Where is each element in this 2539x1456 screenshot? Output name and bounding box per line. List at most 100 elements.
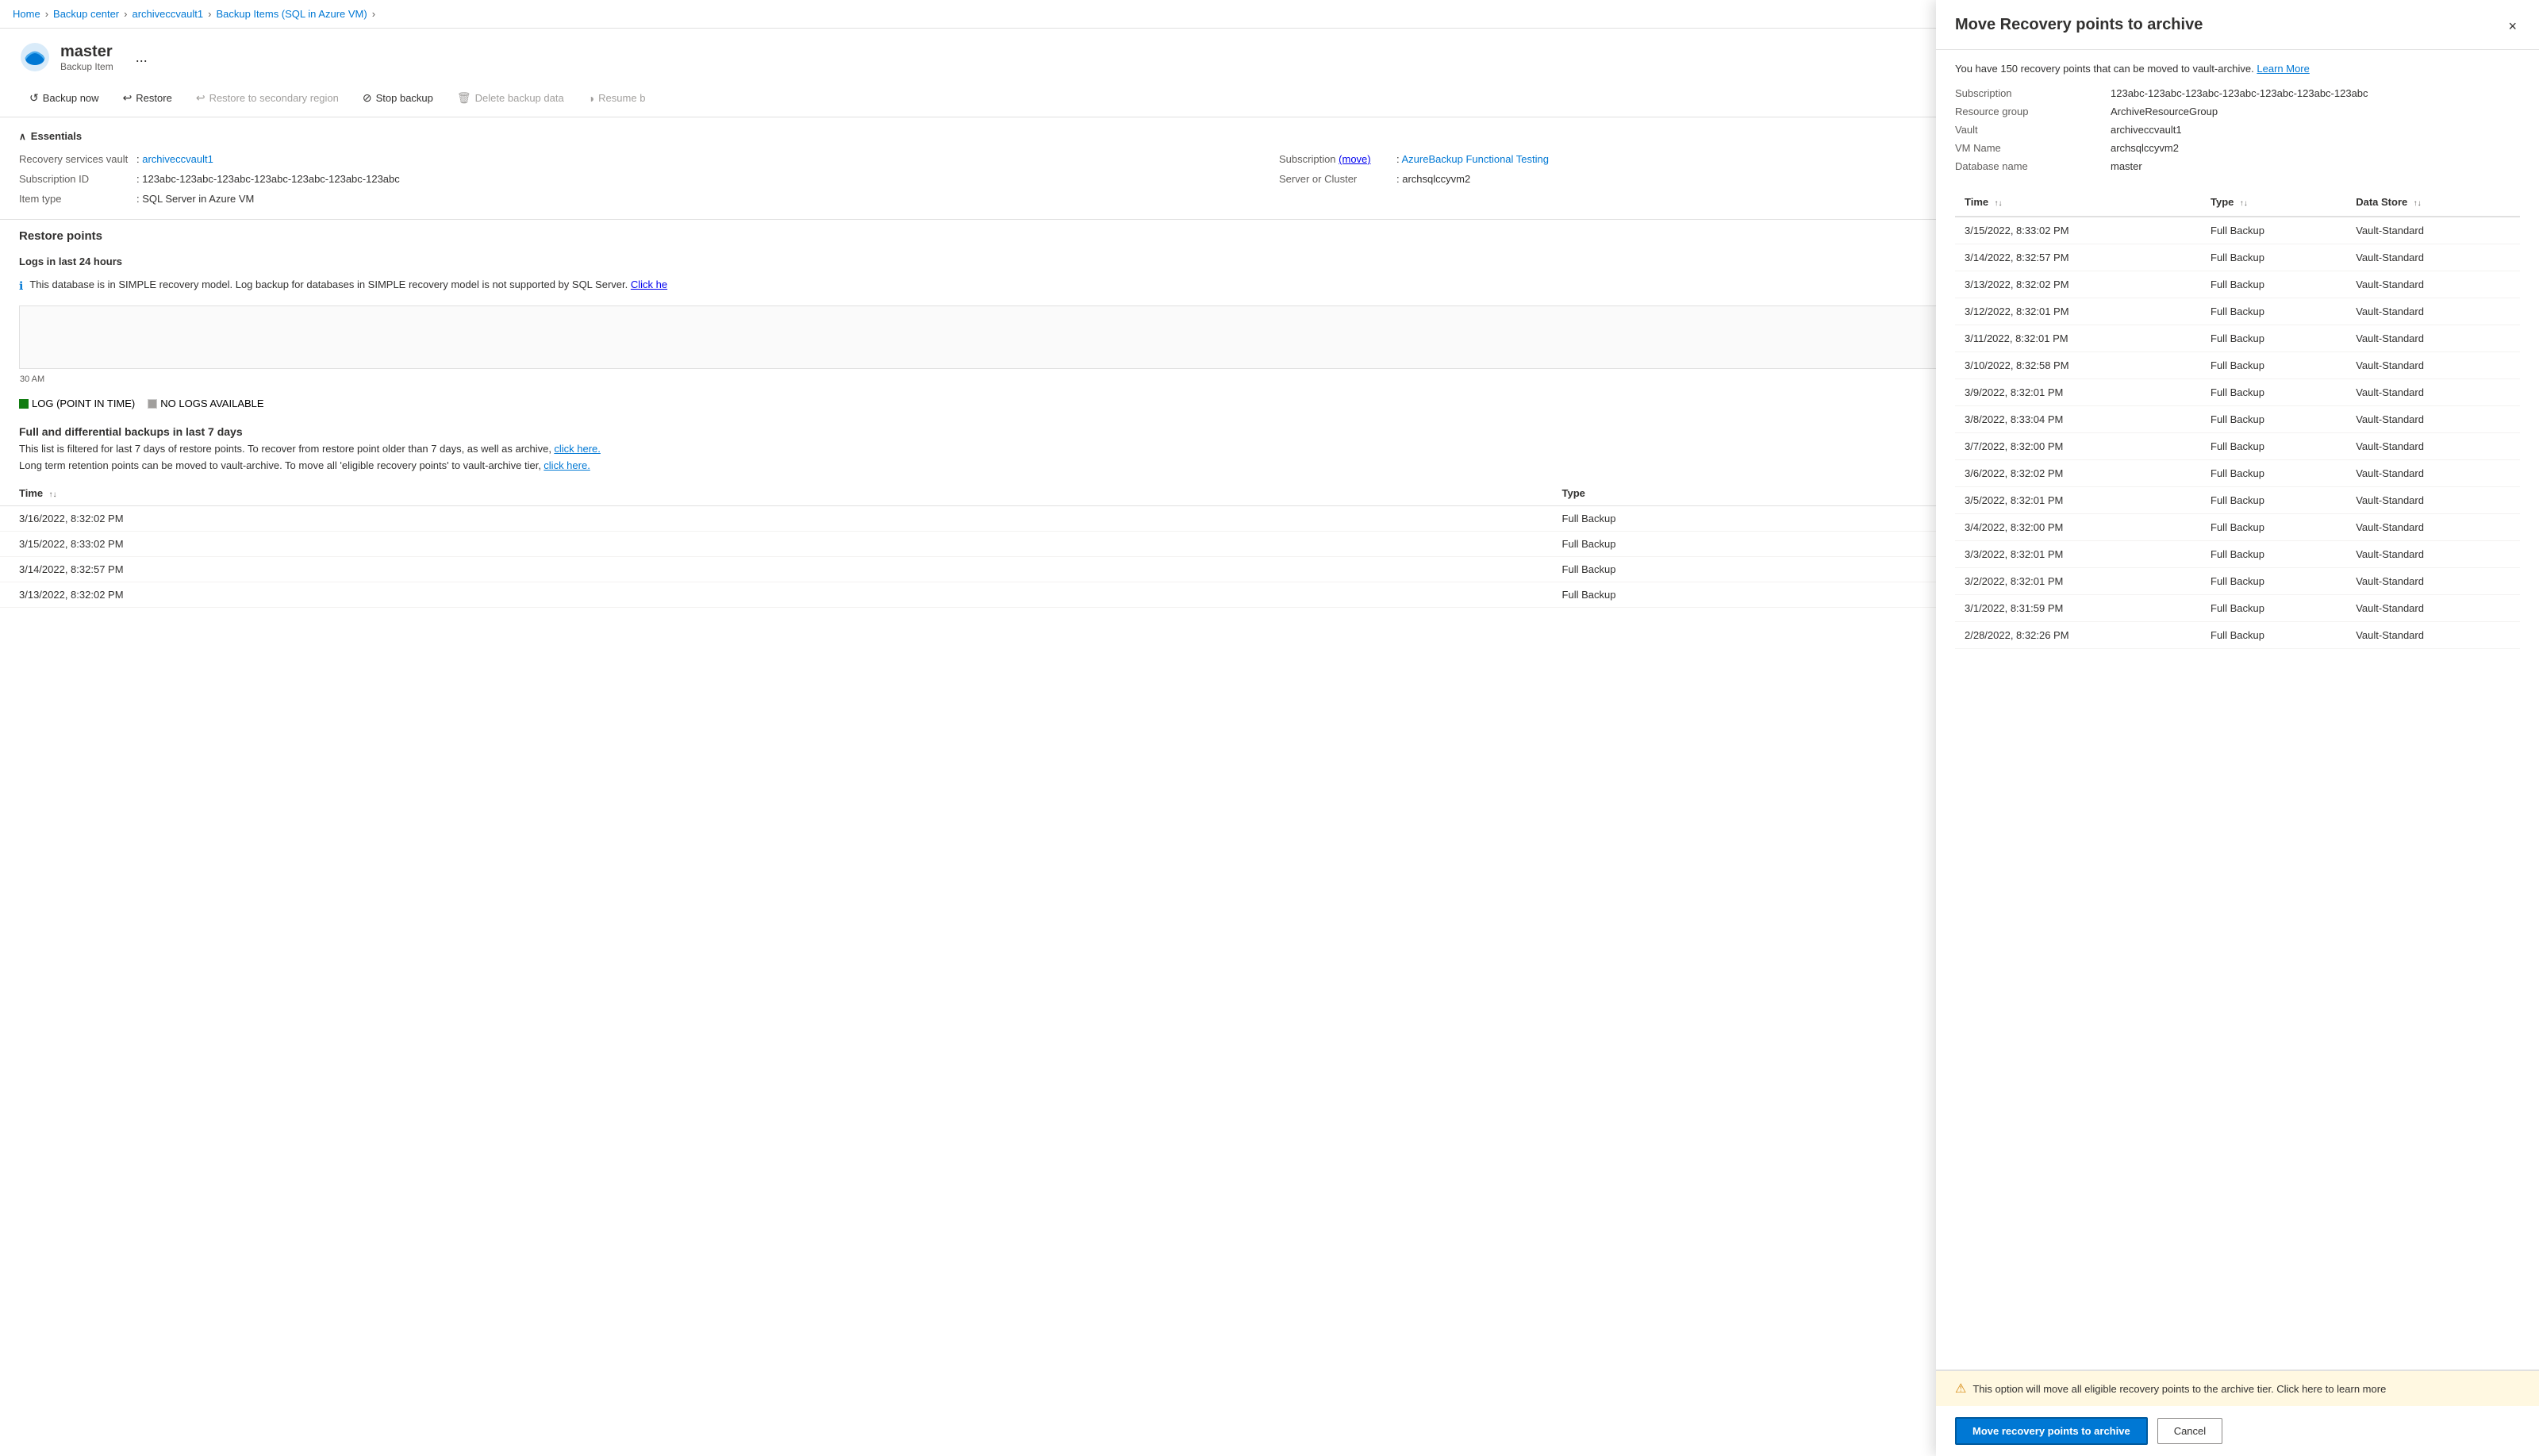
meta-label: Vault [1955, 124, 2098, 136]
panel-table-row[interactable]: 3/11/2022, 8:32:01 PM Full Backup Vault-… [1955, 325, 2520, 352]
essentials-row-sub-id: Subscription ID : 123abc-123abc-123abc-1… [19, 171, 1260, 186]
panel-row-time: 3/14/2022, 8:32:57 PM [1955, 244, 2201, 271]
panel-row-store: Vault-Standard [2346, 298, 2520, 325]
panel-table-row[interactable]: 3/6/2022, 8:32:02 PM Full Backup Vault-S… [1955, 460, 2520, 487]
azure-backup-icon [19, 41, 51, 73]
filter-link[interactable]: click here. [554, 443, 601, 455]
panel-row-type: Full Backup [2201, 487, 2346, 514]
warning-icon: ⚠ [1955, 1381, 1966, 1396]
panel-table-row[interactable]: 3/4/2022, 8:32:00 PM Full Backup Vault-S… [1955, 514, 2520, 541]
info-click-link[interactable]: Click he [631, 279, 667, 290]
panel-description: You have 150 recovery points that can be… [1955, 63, 2520, 75]
move-recovery-points-button[interactable]: Move recovery points to archive [1955, 1417, 2148, 1445]
panel-table-row[interactable]: 3/12/2022, 8:32:01 PM Full Backup Vault-… [1955, 298, 2520, 325]
restore-button[interactable]: ↩ Restore [113, 86, 182, 110]
panel-row-time: 3/15/2022, 8:33:02 PM [1955, 217, 2201, 244]
row-time: 3/13/2022, 8:32:02 PM [0, 582, 1543, 608]
panel-table-row[interactable]: 3/8/2022, 8:33:04 PM Full Backup Vault-S… [1955, 406, 2520, 433]
panel-table-row[interactable]: 3/14/2022, 8:32:57 PM Full Backup Vault-… [1955, 244, 2520, 271]
panel-title: Move Recovery points to archive [1955, 16, 2203, 34]
restore-icon: ↩ [123, 91, 133, 105]
col-time[interactable]: Time ↑↓ [0, 481, 1543, 506]
panel-table-row[interactable]: 3/13/2022, 8:32:02 PM Full Backup Vault-… [1955, 271, 2520, 298]
panel-col-time[interactable]: Time ↑↓ [1955, 188, 2201, 217]
panel-row-store: Vault-Standard [2346, 271, 2520, 298]
panel-table-row[interactable]: 3/10/2022, 8:32:58 PM Full Backup Vault-… [1955, 352, 2520, 379]
meta-value: 123abc-123abc-123abc-123abc-123abc-123ab… [2111, 87, 2520, 99]
learn-more-link[interactable]: Learn More [2257, 63, 2309, 75]
meta-value: archsqlccyvm2 [2111, 142, 2520, 154]
panel-table-row[interactable]: 3/2/2022, 8:32:01 PM Full Backup Vault-S… [1955, 568, 2520, 595]
panel-table-row[interactable]: 2/28/2022, 8:32:26 PM Full Backup Vault-… [1955, 622, 2520, 649]
archive-link[interactable]: click here. [544, 459, 590, 471]
panel-row-time: 3/7/2022, 8:32:00 PM [1955, 433, 2201, 460]
panel-store-sort: ↑↓ [2414, 199, 2422, 208]
meta-label: Subscription [1955, 87, 2098, 99]
essentials-value-sub: : AzureBackup Functional Testing [1396, 153, 1549, 165]
essentials-value-sub-id: : 123abc-123abc-123abc-123abc-123abc-123… [136, 173, 400, 185]
breadcrumb-vault[interactable]: archiveccvault1 [132, 8, 203, 20]
panel-row-store: Vault-Standard [2346, 460, 2520, 487]
panel-warning: ⚠ This option will move all eligible rec… [1936, 1370, 2539, 1406]
resume-backup-button[interactable]: ◑ Resume b [578, 86, 656, 110]
panel-row-type: Full Backup [2201, 271, 2346, 298]
ellipsis-button[interactable]: ... [129, 46, 154, 69]
panel-col-type[interactable]: Type ↑↓ [2201, 188, 2346, 217]
panel-row-time: 3/10/2022, 8:32:58 PM [1955, 352, 2201, 379]
panel-row-type: Full Backup [2201, 541, 2346, 568]
meta-value: archiveccvault1 [2111, 124, 2520, 136]
panel-row-store: Vault-Standard [2346, 433, 2520, 460]
legend-item-no-logs: NO LOGS AVAILABLE [148, 398, 263, 409]
panel-row-store: Vault-Standard [2346, 622, 2520, 649]
panel-row-type: Full Backup [2201, 379, 2346, 406]
essentials-chevron: ∧ [19, 131, 26, 142]
panel-row-time: 3/5/2022, 8:32:01 PM [1955, 487, 2201, 514]
panel-row-store: Vault-Standard [2346, 244, 2520, 271]
page-subtitle: Backup Item [60, 61, 113, 72]
panel-col-store[interactable]: Data Store ↑↓ [2346, 188, 2520, 217]
restore-secondary-button[interactable]: ↩ Restore to secondary region [186, 86, 349, 110]
panel-table-row[interactable]: 3/3/2022, 8:32:01 PM Full Backup Vault-S… [1955, 541, 2520, 568]
panel-row-store: Vault-Standard [2346, 406, 2520, 433]
panel-table-row[interactable]: 3/1/2022, 8:31:59 PM Full Backup Vault-S… [1955, 595, 2520, 622]
stop-backup-button[interactable]: ⊘ Stop backup [352, 86, 444, 110]
panel-row-type: Full Backup [2201, 298, 2346, 325]
breadcrumb-backup-items[interactable]: Backup Items (SQL in Azure VM) [216, 8, 367, 20]
backup-now-button[interactable]: ↺ Backup now [19, 86, 109, 110]
panel-table-row[interactable]: 3/7/2022, 8:32:00 PM Full Backup Vault-S… [1955, 433, 2520, 460]
essentials-label-server: Server or Cluster [1279, 173, 1390, 185]
panel-row-time: 3/1/2022, 8:31:59 PM [1955, 595, 2201, 622]
panel-row-type: Full Backup [2201, 433, 2346, 460]
row-time: 3/16/2022, 8:32:02 PM [0, 506, 1543, 532]
meta-value: ArchiveResourceGroup [2111, 106, 2520, 117]
panel-close-button[interactable]: × [2505, 16, 2520, 36]
panel-table-header-row: Time ↑↓ Type ↑↓ Data Store ↑↓ [1955, 188, 2520, 217]
row-time: 3/14/2022, 8:32:57 PM [0, 557, 1543, 582]
essentials-label-vault: Recovery services vault [19, 153, 130, 165]
panel-actions: Move recovery points to archive Cancel [1936, 1406, 2539, 1456]
panel-row-time: 3/11/2022, 8:32:01 PM [1955, 325, 2201, 352]
restore-label: Restore [136, 92, 172, 104]
meta-value: master [2111, 160, 2520, 172]
restore-secondary-icon: ↩ [196, 91, 206, 105]
breadcrumb-backup-center[interactable]: Backup center [53, 8, 119, 20]
legend-item-log: LOG (POINT IN TIME) [19, 398, 135, 409]
delete-backup-button[interactable]: 🗑 Delete backup data [447, 86, 574, 110]
vault-link[interactable]: archiveccvault1 [142, 153, 213, 165]
panel-table-row[interactable]: 3/5/2022, 8:32:01 PM Full Backup Vault-S… [1955, 487, 2520, 514]
essentials-label-sub-id: Subscription ID [19, 173, 130, 185]
panel-row-type: Full Backup [2201, 352, 2346, 379]
subscription-link[interactable]: AzureBackup Functional Testing [1402, 153, 1549, 165]
cancel-button[interactable]: Cancel [2157, 1418, 2222, 1444]
breadcrumb-home[interactable]: Home [13, 8, 40, 20]
panel-table-row[interactable]: 3/15/2022, 8:33:02 PM Full Backup Vault-… [1955, 217, 2520, 244]
panel-table-row[interactable]: 3/9/2022, 8:32:01 PM Full Backup Vault-S… [1955, 379, 2520, 406]
panel-row-type: Full Backup [2201, 244, 2346, 271]
page-title: master [60, 43, 113, 61]
panel-row-time: 3/9/2022, 8:32:01 PM [1955, 379, 2201, 406]
essentials-row-item-type: Item type : SQL Server in Azure VM [19, 191, 1260, 206]
panel-row-time: 3/2/2022, 8:32:01 PM [1955, 568, 2201, 595]
panel-row-store: Vault-Standard [2346, 379, 2520, 406]
time-sort-icon: ↑↓ [48, 490, 56, 499]
move-link[interactable]: (move) [1339, 153, 1370, 165]
